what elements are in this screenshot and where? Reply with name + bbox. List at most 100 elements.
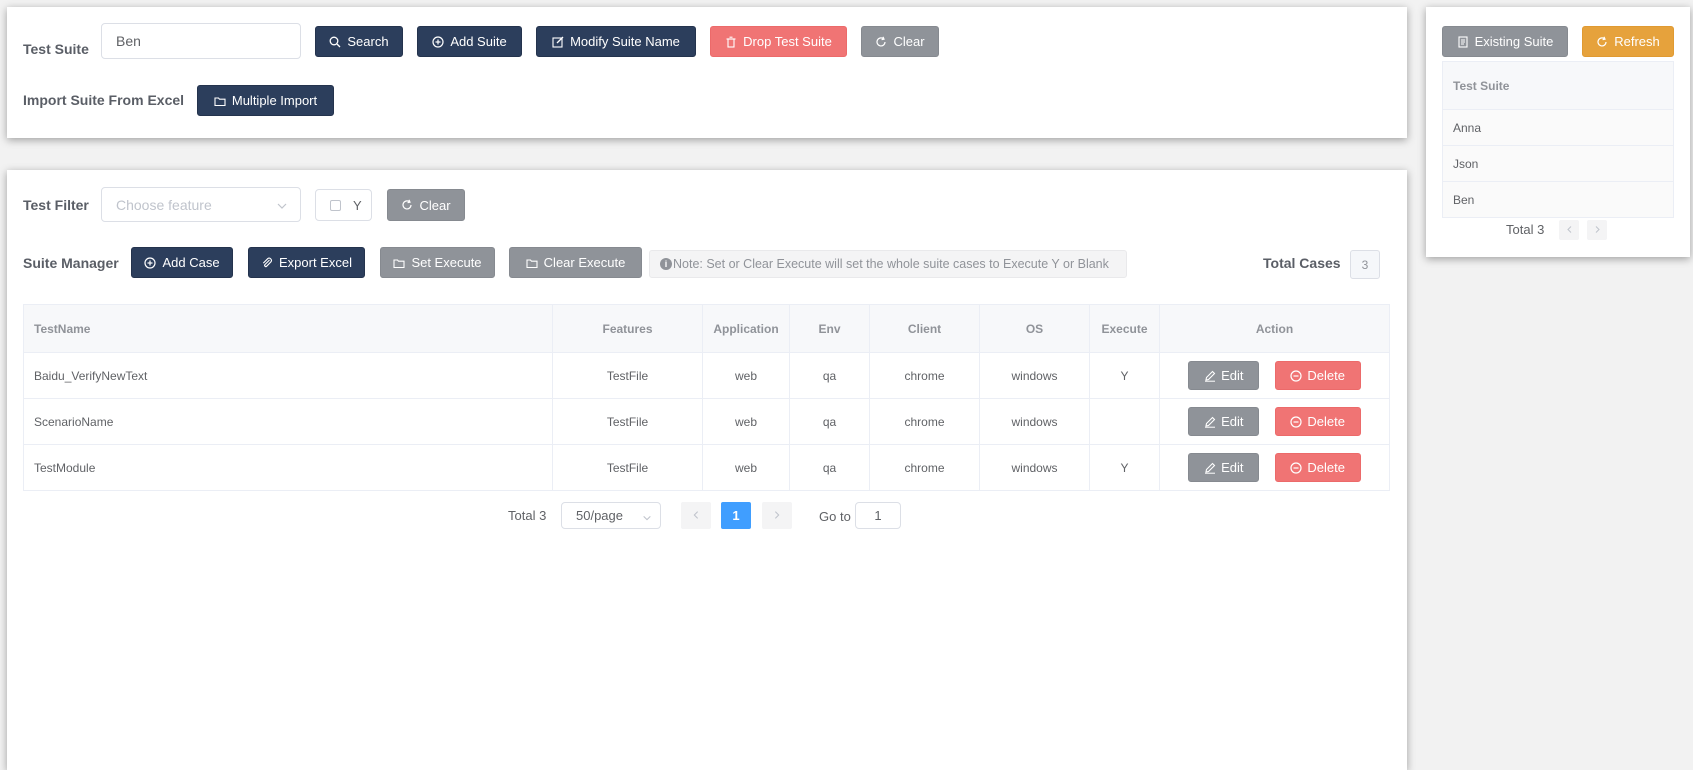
col-os: OS	[979, 304, 1090, 353]
search-button[interactable]: Search	[315, 26, 403, 57]
cell-execute: Y	[1089, 444, 1160, 491]
add-suite-button[interactable]: Add Suite	[417, 26, 522, 57]
suite-next-page-button[interactable]	[1587, 220, 1607, 240]
suite-name-cell[interactable]: Anna	[1442, 109, 1674, 146]
existing-suite-button[interactable]: Existing Suite	[1442, 26, 1568, 57]
edit-button[interactable]: Edit	[1188, 453, 1260, 482]
edit-label: Edit	[1221, 460, 1244, 475]
suite-prev-page-button[interactable]	[1559, 220, 1579, 240]
import-suite-label: Import Suite From Excel	[23, 92, 185, 108]
table-header-row: TestName Features Application Env Client…	[23, 304, 1390, 353]
delete-button[interactable]: Delete	[1274, 407, 1361, 436]
cell-os: windows	[979, 352, 1090, 399]
export-excel-button[interactable]: Export Excel	[248, 247, 365, 278]
test-filter-label: Test Filter	[23, 197, 89, 213]
cell-application: web	[702, 444, 790, 491]
execute-note: i Note: Set or Clear Execute will set th…	[649, 250, 1127, 278]
edit-button[interactable]: Edit	[1188, 361, 1260, 390]
clear-execute-button[interactable]: Clear Execute	[509, 247, 642, 278]
suite-manager-label: Suite Manager	[23, 255, 119, 271]
multiple-import-button[interactable]: Multiple Import	[197, 85, 334, 116]
col-application: Application	[702, 304, 790, 353]
existing-suite-panel: Existing Suite Refresh Test Suite Anna J…	[1426, 7, 1690, 257]
modify-suite-name-button[interactable]: Modify Suite Name	[536, 26, 696, 57]
edit-button[interactable]: Edit	[1188, 407, 1260, 436]
total-cases-badge: 3	[1350, 250, 1380, 279]
cell-env: qa	[789, 352, 870, 399]
plus-circle-icon	[432, 35, 444, 48]
goto-page-input[interactable]: 1	[855, 502, 901, 529]
cell-action: Edit Delete	[1159, 398, 1390, 445]
folder-icon	[214, 95, 226, 107]
cell-os: windows	[979, 398, 1090, 445]
feature-select[interactable]: Choose feature	[101, 187, 301, 222]
pencil-icon	[1204, 416, 1216, 428]
suite-list-item[interactable]: Anna	[1442, 109, 1674, 146]
col-testname: TestName	[23, 304, 553, 353]
table-row: Baidu_VerifyNewText TestFile web qa chro…	[23, 352, 1390, 399]
suite-list-total: Total 3	[1506, 222, 1545, 237]
set-execute-label: Set Execute	[411, 255, 482, 270]
pencil-icon	[1204, 370, 1216, 382]
col-execute: Execute	[1089, 304, 1160, 353]
next-page-button[interactable]	[762, 502, 792, 529]
folder-icon	[393, 257, 405, 269]
col-env: Env	[789, 304, 870, 353]
trash-icon	[725, 36, 737, 48]
cell-testname: ScenarioName	[23, 398, 553, 445]
table-row: ScenarioName TestFile web qa chrome wind…	[23, 398, 1390, 445]
suite-name-cell[interactable]: Json	[1442, 145, 1674, 182]
cell-client: chrome	[869, 352, 980, 399]
cell-action: Edit Delete	[1159, 444, 1390, 491]
refresh-icon	[1596, 36, 1608, 48]
edit-label: Edit	[1221, 368, 1244, 383]
col-action: Action	[1159, 304, 1390, 353]
delete-label: Delete	[1307, 460, 1345, 475]
chevron-left-icon	[1565, 221, 1574, 239]
clear-filter-button[interactable]: Clear	[387, 189, 465, 221]
pencil-icon	[1204, 462, 1216, 474]
add-case-button[interactable]: Add Case	[131, 247, 233, 278]
clear-suite-button[interactable]: Clear	[861, 26, 939, 57]
delete-button[interactable]: Delete	[1274, 361, 1361, 390]
execute-note-text: Note: Set or Clear Execute will set the …	[673, 257, 1109, 271]
cell-client: chrome	[869, 398, 980, 445]
cell-os: windows	[979, 444, 1090, 491]
suite-panel: Test Suite Ben Search Add Suite Modify S…	[7, 7, 1407, 138]
checkbox-square-icon	[330, 199, 341, 211]
clear-suite-label: Clear	[893, 34, 925, 49]
suite-name-cell[interactable]: Ben	[1442, 181, 1674, 218]
info-icon: i	[660, 258, 672, 270]
goto-label: Go to	[819, 509, 851, 524]
set-execute-button[interactable]: Set Execute	[380, 247, 495, 278]
feature-select-placeholder: Choose feature	[116, 196, 212, 213]
edit-square-icon	[552, 36, 564, 48]
refresh-icon	[875, 36, 887, 48]
chevron-right-icon	[1593, 221, 1602, 239]
cell-features: TestFile	[552, 352, 703, 399]
plus-circle-icon	[144, 256, 157, 269]
drop-test-suite-button[interactable]: Drop Test Suite	[710, 26, 847, 57]
clear-execute-label: Clear Execute	[543, 255, 626, 270]
suite-list-item[interactable]: Json	[1442, 145, 1674, 182]
page-1-button[interactable]: 1	[721, 502, 751, 529]
col-features: Features	[552, 304, 703, 353]
minus-circle-icon	[1290, 415, 1302, 428]
case-panel: Test Filter Choose feature Y Clear Suite…	[7, 170, 1407, 770]
document-icon	[1457, 35, 1469, 48]
execute-y-checkbox[interactable]: Y	[315, 189, 372, 221]
prev-page-button[interactable]	[681, 502, 711, 529]
refresh-button[interactable]: Refresh	[1582, 26, 1674, 57]
refresh-label: Refresh	[1614, 34, 1660, 49]
search-icon	[329, 36, 341, 48]
suite-list-table: Test Suite Anna Json Ben	[1442, 61, 1674, 218]
suite-list-item[interactable]: Ben	[1442, 181, 1674, 218]
page-size-value: 50/page	[576, 508, 623, 523]
delete-label: Delete	[1307, 368, 1345, 383]
checkbox-label: Y	[353, 197, 362, 213]
delete-button[interactable]: Delete	[1274, 453, 1361, 482]
search-button-label: Search	[347, 34, 389, 49]
cell-features: TestFile	[552, 444, 703, 491]
page-size-select[interactable]: 50/page	[561, 502, 661, 529]
test-suite-input[interactable]: Ben	[101, 23, 301, 59]
